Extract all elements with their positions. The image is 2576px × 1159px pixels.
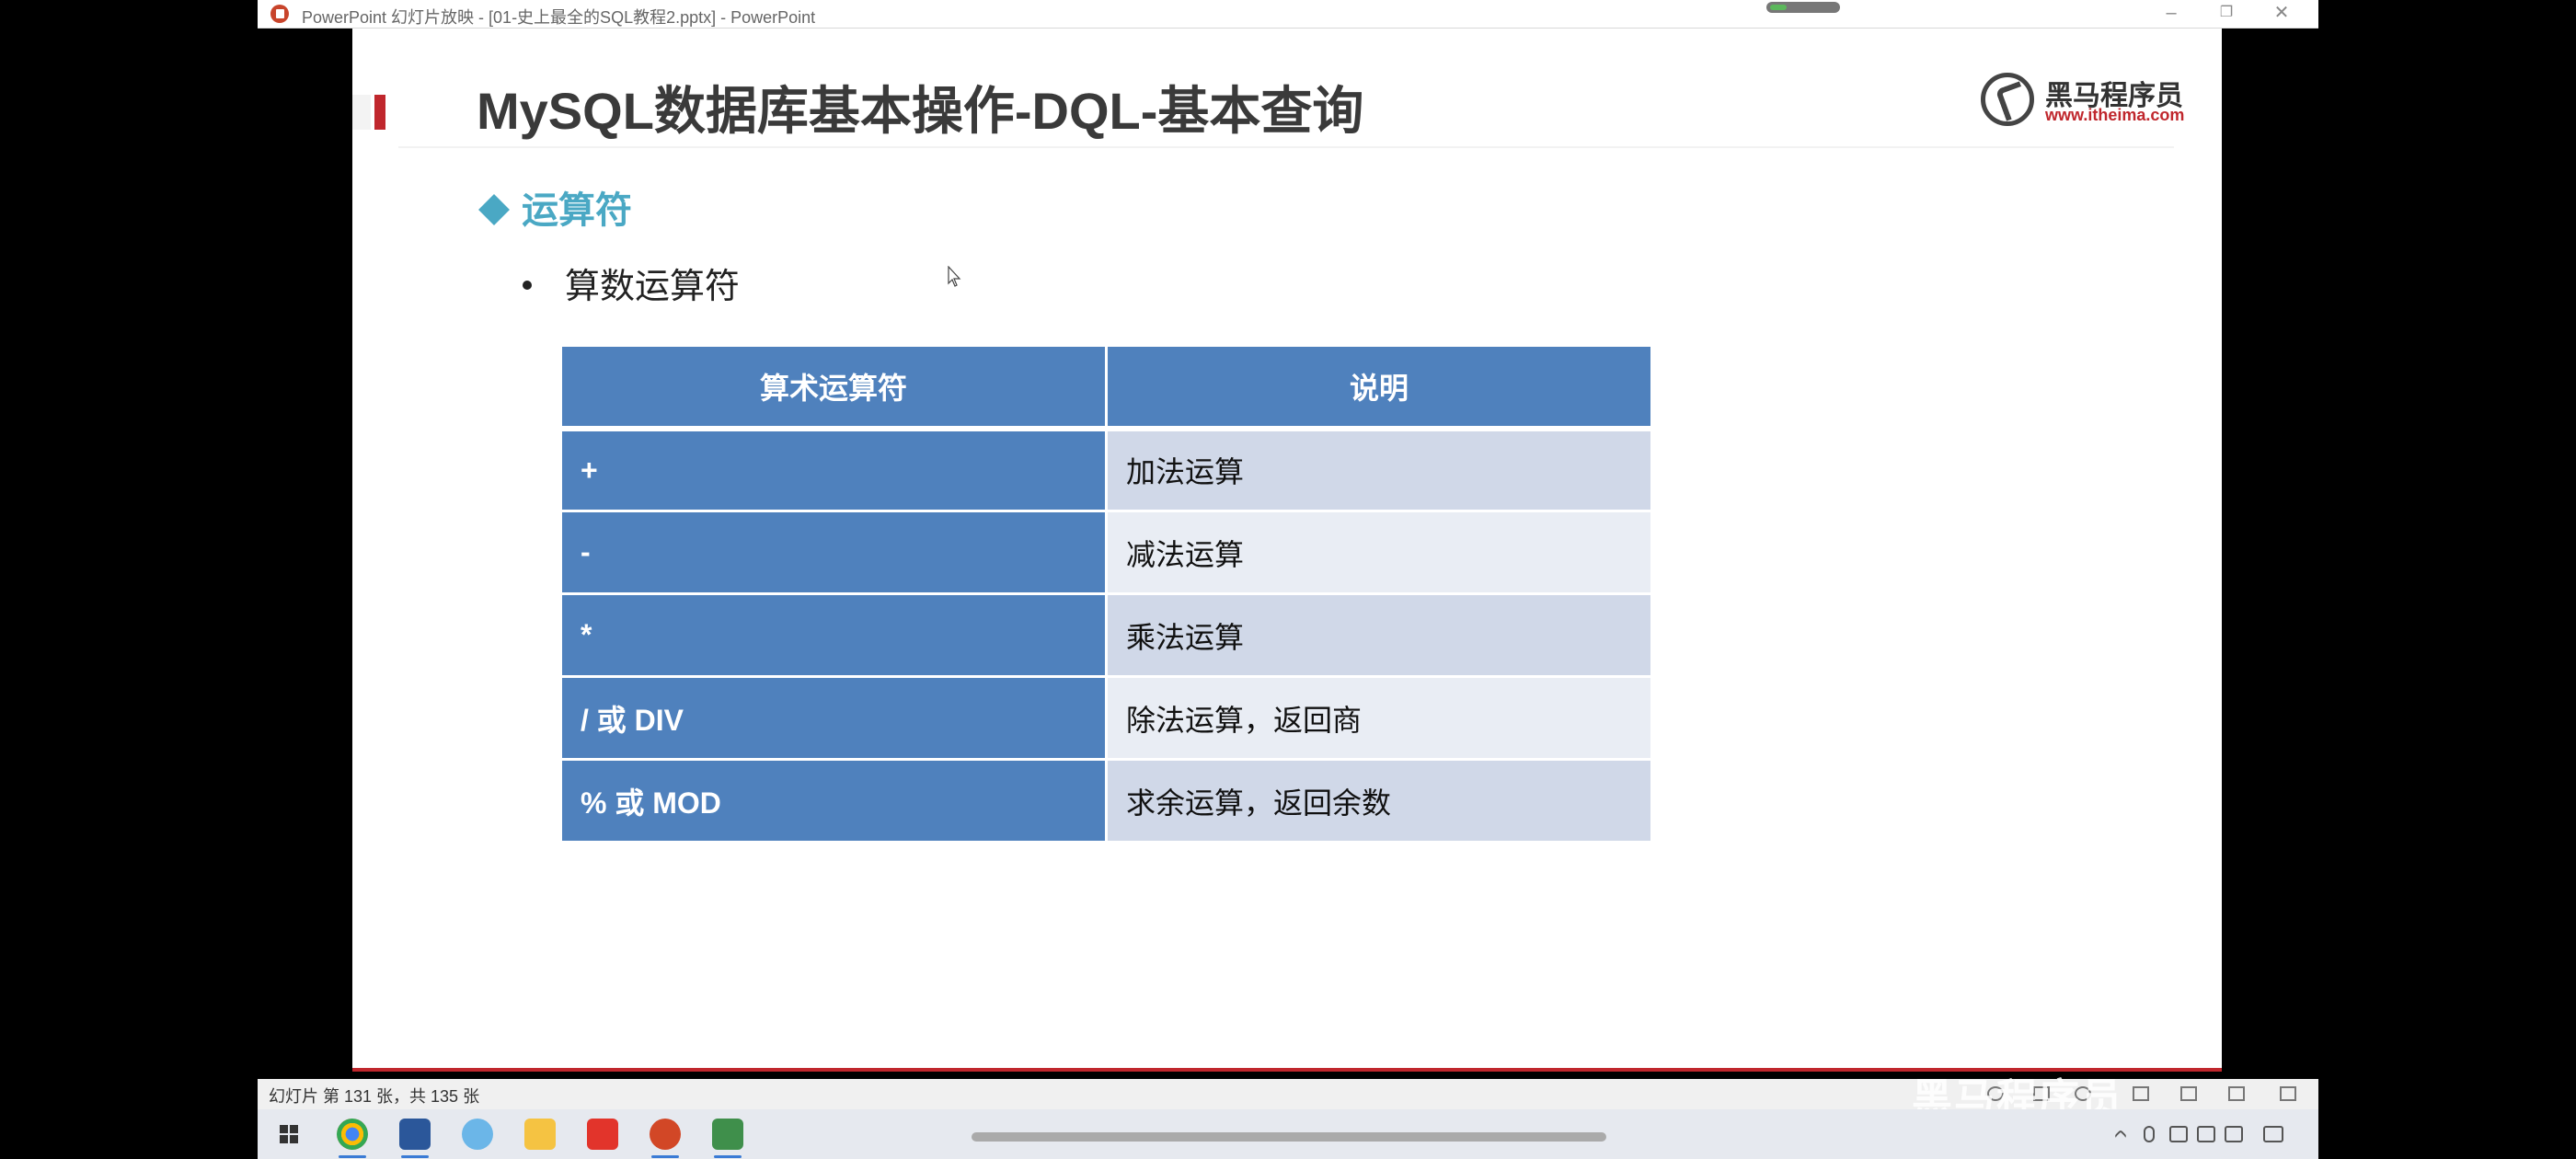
word-icon[interactable]: [399, 1119, 431, 1158]
restore-button[interactable]: ❐: [2199, 0, 2254, 28]
operator-cell: % 或 MOD: [559, 758, 1108, 843]
volume-icon[interactable]: [2197, 1126, 2215, 1142]
minimize-button[interactable]: –: [2144, 0, 2199, 28]
slideshow-view-icon[interactable]: [2280, 1086, 2296, 1101]
chevron-up-icon[interactable]: [2113, 1129, 2128, 1143]
section-heading: 运算符: [477, 180, 632, 234]
editor-icon[interactable]: [712, 1119, 743, 1158]
slide-counter: 幻灯片 第 131 张，共 135 张: [269, 1087, 480, 1106]
section-heading-text: 运算符: [522, 190, 632, 231]
operator-cell: / 或 DIV: [559, 675, 1108, 761]
column-header-description: 说明: [1105, 344, 1653, 431]
table-row: + 加法运算: [559, 427, 1653, 512]
wps-icon[interactable]: [587, 1119, 618, 1150]
slide-canvas[interactable]: MySQL数据库基本操作-DQL-基本查询 黑马程序员 www.itheima.…: [352, 29, 2222, 1072]
windows-start-icon[interactable]: [280, 1125, 298, 1143]
browser-icon[interactable]: [462, 1119, 493, 1150]
horizontal-scrollbar[interactable]: [972, 1132, 1606, 1142]
description-cell: 求余运算，返回余数: [1105, 758, 1653, 843]
table-row: * 乘法运算: [559, 592, 1653, 678]
mouse-cursor-icon: [948, 266, 961, 287]
taskbar: [258, 1109, 2318, 1159]
column-header-operator: 算术运算符: [559, 344, 1108, 431]
battery-icon[interactable]: [2169, 1126, 2188, 1142]
reading-view-icon[interactable]: [2228, 1086, 2245, 1101]
slide-title: MySQL数据库基本操作-DQL-基本查询: [477, 82, 1364, 140]
description-cell: 乘法运算: [1105, 592, 1653, 678]
table-row: / 或 DIV 除法运算，返回商: [559, 675, 1653, 761]
table-row: % 或 MOD 求余运算，返回余数: [559, 758, 1653, 843]
horse-logo-icon: [1981, 73, 2034, 126]
file-explorer-icon[interactable]: [524, 1119, 556, 1150]
recording-indicator: [1766, 2, 1840, 13]
microphone-icon[interactable]: [2144, 1126, 2155, 1142]
table-row: - 减法运算: [559, 510, 1653, 595]
diamond-bullet-icon: [478, 194, 510, 225]
description-cell: 除法运算，返回商: [1105, 675, 1653, 761]
bullet-text: 算数运算符: [565, 268, 741, 306]
bullet-dot-icon: [523, 281, 532, 290]
notification-icon[interactable]: [2263, 1126, 2283, 1142]
bullet-item: 算数运算符: [523, 258, 740, 308]
table-header-row: 算术运算符 说明: [559, 344, 1653, 431]
slide-sorter-icon[interactable]: [2180, 1086, 2197, 1101]
header-divider: [398, 146, 2174, 148]
normal-view-icon[interactable]: [2133, 1086, 2149, 1101]
operator-cell: -: [559, 510, 1108, 595]
description-cell: 加法运算: [1105, 427, 1653, 512]
operators-table: 算术运算符 说明 + 加法运算 - 减法运算 * 乘法运算 / 或 DIV 除法…: [559, 344, 1653, 843]
description-cell: 减法运算: [1105, 510, 1653, 595]
chrome-icon[interactable]: [337, 1119, 368, 1158]
window-title: PowerPoint 幻灯片放映 - [01-史上最全的SQL教程2.pptx]…: [302, 8, 816, 27]
close-button[interactable]: ✕: [2254, 0, 2309, 28]
title-accent-bar: [374, 95, 385, 130]
itheima-logo: 黑马程序员 www.itheima.com: [1981, 69, 2184, 128]
operator-cell: *: [559, 592, 1108, 678]
powerpoint-app-icon: [270, 5, 289, 23]
keyboard-icon[interactable]: [2225, 1126, 2243, 1142]
title-accent-shadow: [352, 95, 371, 130]
logo-url-text: www.itheima.com: [2045, 106, 2185, 124]
powerpoint-icon[interactable]: [650, 1119, 681, 1158]
operator-cell: +: [559, 427, 1108, 512]
window-titlebar: PowerPoint 幻灯片放映 - [01-史上最全的SQL教程2.pptx]…: [258, 0, 2318, 29]
